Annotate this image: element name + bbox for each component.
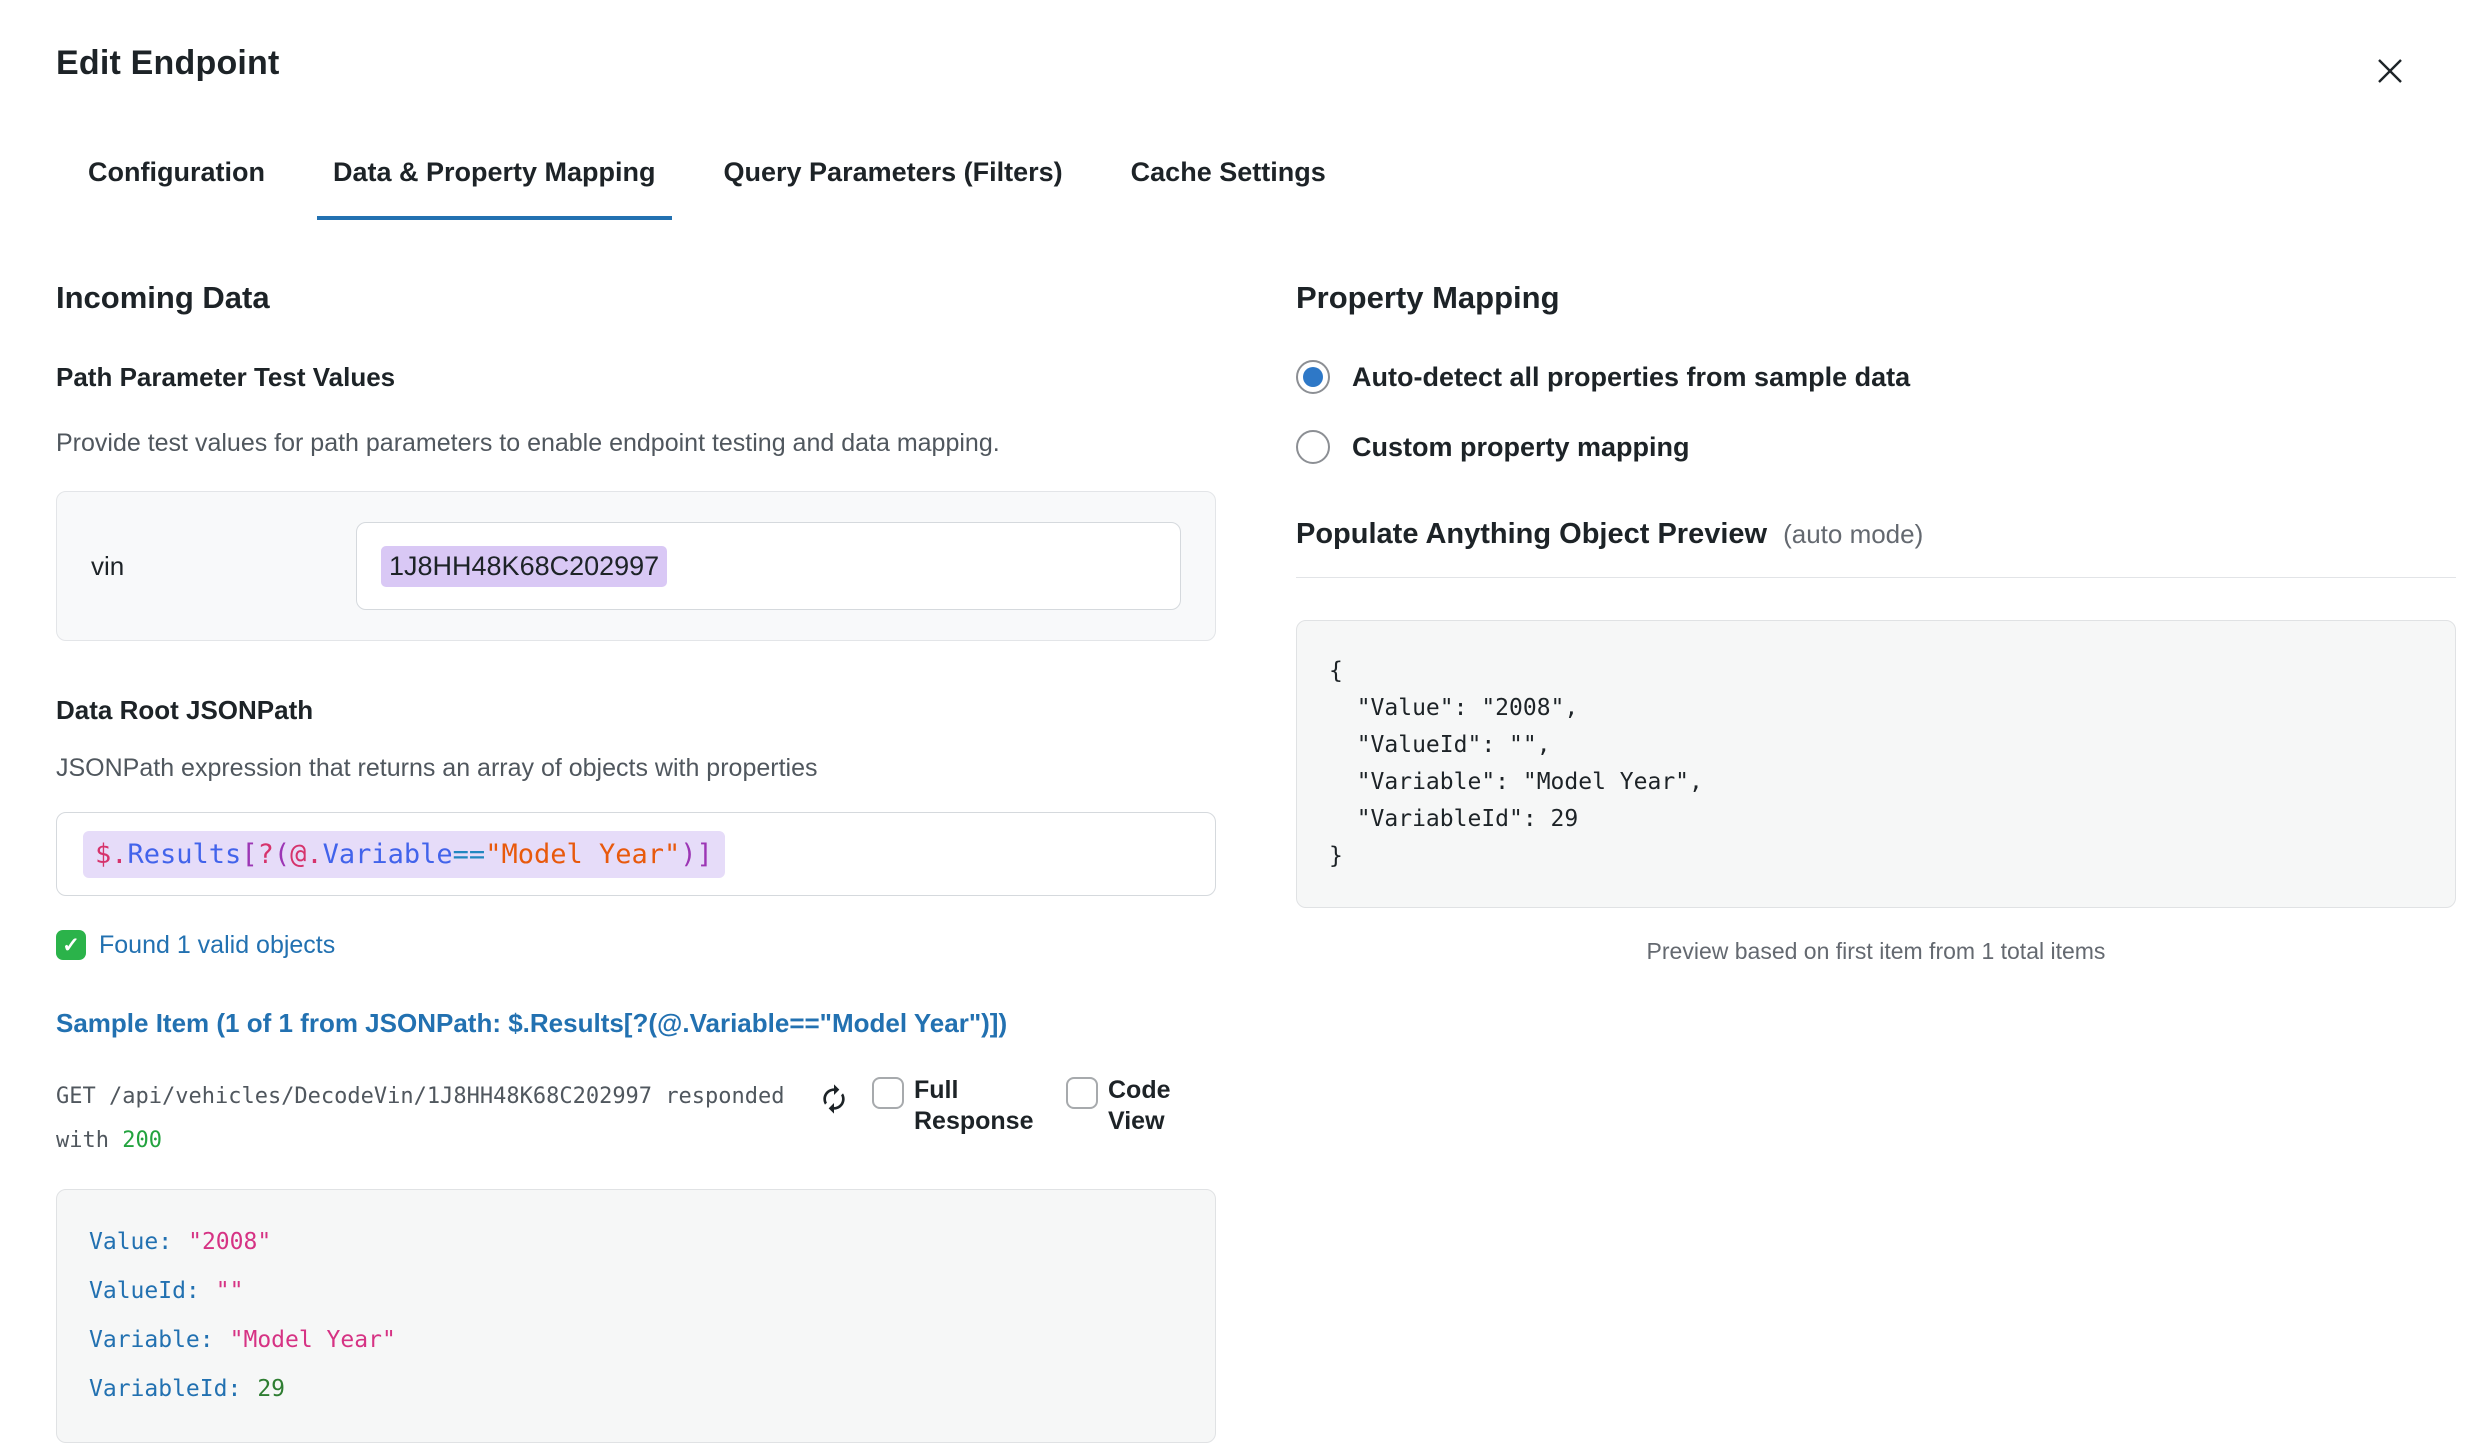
check-icon: ✓ [56,930,86,960]
request-status-text: GET /api/vehicles/DecodeVin/1J8HH48K68C2… [56,1075,802,1163]
property-mapping-section: Property Mapping Auto-detect all propert… [1296,280,2456,1443]
preview-value: "2008" [188,1229,271,1255]
token: [ [241,839,257,870]
preview-key: Variable: [89,1327,214,1353]
token: Results [128,839,242,870]
request-method: GET [56,1084,96,1109]
refresh-button[interactable] [818,1083,850,1118]
json-line: { [1329,653,2423,690]
preview-value: "" [216,1278,244,1304]
token: )] [680,839,713,870]
request-path: /api/vehicles/DecodeVin/1J8HH48K68C20299… [109,1084,652,1109]
path-params-heading: Path Parameter Test Values [56,362,1216,393]
path-params-description: Provide test values for path parameters … [56,427,1216,459]
preview-value: 29 [257,1376,285,1402]
preview-row: ValueId: "" [89,1273,1183,1310]
tab-query-parameters[interactable]: Query Parameters (Filters) [708,157,1079,220]
token: Variable [323,839,453,870]
radio-auto-detect[interactable]: Auto-detect all properties from sample d… [1296,360,2456,394]
full-response-label: Full Response [914,1075,1036,1137]
code-view-label: Code View [1108,1075,1186,1137]
radio-auto-detect-label: Auto-detect all properties from sample d… [1352,362,1910,393]
json-line: "Value": "2008", [1329,690,2423,727]
refresh-icon [818,1083,850,1115]
json-line: } [1329,838,2423,875]
object-preview-heading: Populate Anything Object Preview [1296,518,1767,551]
checkbox-icon [1066,1077,1098,1109]
token: ( [274,839,290,870]
full-response-checkbox[interactable]: Full Response [872,1075,1036,1137]
jsonpath-input[interactable]: $.Results[?(@.Variable=="Model Year")] [56,812,1216,896]
close-icon [2373,54,2407,88]
radio-selected-icon [1296,360,1330,394]
radio-custom-mapping-label: Custom property mapping [1352,432,1690,463]
preview-key: Value: [89,1229,172,1255]
status-code: 200 [122,1128,162,1153]
sample-item-preview: Value: "2008" ValueId: "" Variable: "Model … [56,1189,1216,1443]
path-param-row: vin 1J8HH48K68C202997 [56,491,1216,641]
dialog-header: Edit Endpoint [56,44,2415,99]
tab-data-property-mapping[interactable]: Data & Property Mapping [317,157,672,220]
checkbox-icon [872,1077,904,1109]
token: $. [95,839,128,870]
sample-item-heading: Sample Item (1 of 1 from JSONPath: $.Res… [56,1008,1216,1039]
dialog-title: Edit Endpoint [56,44,280,83]
incoming-data-heading: Incoming Data [56,280,1216,316]
code-view-checkbox[interactable]: Code View [1066,1075,1186,1137]
tab-cache-settings[interactable]: Cache Settings [1115,157,1342,220]
edit-endpoint-dialog: Edit Endpoint Configuration Data & Prope… [0,0,2479,1435]
radio-unselected-icon [1296,430,1330,464]
token: ? [258,839,274,870]
object-preview-heading-row: Populate Anything Object Preview (auto m… [1296,518,2456,578]
close-button[interactable] [2365,46,2415,99]
tab-bar: Configuration Data & Property Mapping Qu… [56,157,2415,220]
preview-caption: Preview based on first item from 1 total… [1296,938,2456,965]
tab-configuration[interactable]: Configuration [72,157,281,220]
object-preview-code: { "Value": "2008", "ValueId": "", "Varia… [1296,620,2456,908]
json-line: "VariableId": 29 [1329,801,2423,838]
preview-key: ValueId: [89,1278,200,1304]
preview-key: VariableId: [89,1376,241,1402]
token: @. [290,839,323,870]
preview-value: "Model Year" [230,1327,396,1353]
param-name-label: vin [91,551,356,582]
token: == [453,839,486,870]
auto-mode-note: (auto mode) [1783,519,1923,550]
jsonpath-description: JSONPath expression that returns an arra… [56,752,1216,784]
dialog-body: Incoming Data Path Parameter Test Values… [56,280,2415,1443]
property-mapping-heading: Property Mapping [1296,280,2456,316]
json-line: "Variable": "Model Year", [1329,764,2423,801]
preview-row: Value: "2008" [89,1224,1183,1261]
vin-input[interactable]: 1J8HH48K68C202997 [356,522,1181,610]
token: "Model Year" [485,839,680,870]
jsonpath-heading: Data Root JSONPath [56,695,1216,726]
preview-row: VariableId: 29 [89,1371,1183,1408]
radio-custom-mapping[interactable]: Custom property mapping [1296,430,2456,464]
validation-text: Found 1 valid objects [99,931,335,960]
preview-row: Variable: "Model Year" [89,1322,1183,1359]
request-status-row: GET /api/vehicles/DecodeVin/1J8HH48K68C2… [56,1075,1216,1163]
incoming-data-section: Incoming Data Path Parameter Test Values… [56,280,1216,1443]
json-line: "ValueId": "", [1329,727,2423,764]
vin-value: 1J8HH48K68C202997 [381,546,667,587]
validation-status: ✓ Found 1 valid objects [56,930,1216,960]
jsonpath-expression: $.Results[?(@.Variable=="Model Year")] [83,831,725,878]
